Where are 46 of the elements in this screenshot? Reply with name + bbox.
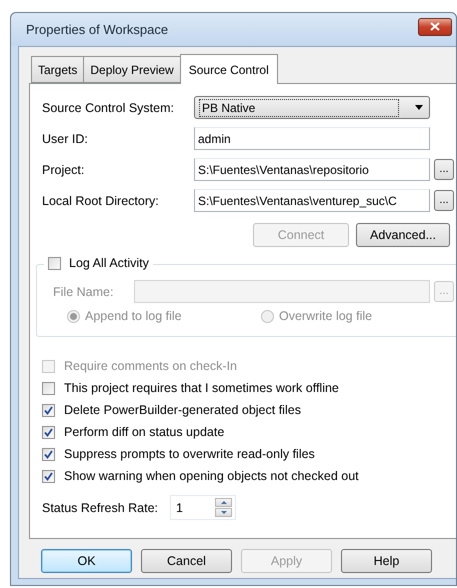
text-field[interactable]: S:\Fuentes\Ventanas\venturep_suc\C bbox=[194, 189, 430, 212]
action-button[interactable]: Advanced... bbox=[356, 223, 450, 247]
spin-field[interactable]: 1 bbox=[170, 495, 236, 520]
text-field[interactable]: admin bbox=[194, 127, 430, 150]
close-button[interactable] bbox=[418, 18, 452, 36]
checkbox[interactable] bbox=[42, 382, 55, 394]
dialog-button[interactable]: Cancel bbox=[141, 549, 232, 573]
browse-button[interactable]: ... bbox=[434, 190, 454, 211]
checkmark-icon bbox=[44, 428, 53, 436]
dropdown-arrow-icon bbox=[415, 105, 423, 110]
checkbox-label: Perform diff on status update bbox=[64, 425, 224, 439]
spin-up-button[interactable] bbox=[215, 498, 232, 507]
field-label: Source Control System: bbox=[42, 100, 175, 114]
checkbox[interactable] bbox=[42, 404, 55, 416]
checkbox[interactable] bbox=[42, 448, 55, 460]
checkbox-label: Show warning when opening objects not checked out bbox=[64, 469, 359, 483]
dialog-button[interactable]: OK bbox=[41, 549, 132, 573]
checkmark-icon bbox=[44, 450, 53, 458]
field-label: Local Root Directory: bbox=[42, 194, 160, 208]
field-label: Status Refresh Rate: bbox=[42, 500, 158, 514]
checkbox[interactable] bbox=[42, 470, 55, 482]
checkbox-label: Delete PowerBuilder-generated object files bbox=[64, 403, 301, 417]
dialog-button[interactable]: Help bbox=[341, 549, 432, 573]
checkbox-label: Log All Activity bbox=[69, 256, 149, 270]
down-arrow-icon bbox=[220, 511, 227, 514]
radio-label: Append to log file bbox=[85, 309, 182, 323]
tab[interactable]: Targets bbox=[31, 56, 84, 83]
close-icon bbox=[430, 22, 440, 31]
field-label: File Name: bbox=[53, 284, 114, 298]
checkbox-label: Require comments on check-In bbox=[64, 359, 237, 373]
spin-down-button[interactable] bbox=[215, 508, 232, 517]
checkbox-label: Suppress prompts to overwrite read-only files bbox=[64, 447, 315, 461]
tab[interactable]: Source Control bbox=[180, 54, 278, 84]
checkbox-label: This project requires that I sometimes work offline bbox=[64, 381, 339, 395]
field-label: User ID: bbox=[42, 132, 89, 146]
tab[interactable]: Deploy Preview bbox=[83, 56, 181, 83]
field-label: Project: bbox=[42, 162, 86, 176]
checkmark-icon bbox=[44, 472, 53, 480]
checkmark-icon bbox=[44, 406, 53, 414]
up-arrow-icon bbox=[220, 501, 227, 504]
checkbox[interactable] bbox=[42, 426, 55, 438]
radio-label: Overwrite log file bbox=[279, 309, 372, 323]
browse-button[interactable]: ... bbox=[434, 159, 454, 180]
dropdown[interactable]: PB Native bbox=[194, 96, 430, 119]
text-field[interactable]: S:\Fuentes\Ventanas\repositorio bbox=[194, 158, 430, 181]
window-title: Properties of Workspace bbox=[26, 22, 168, 37]
